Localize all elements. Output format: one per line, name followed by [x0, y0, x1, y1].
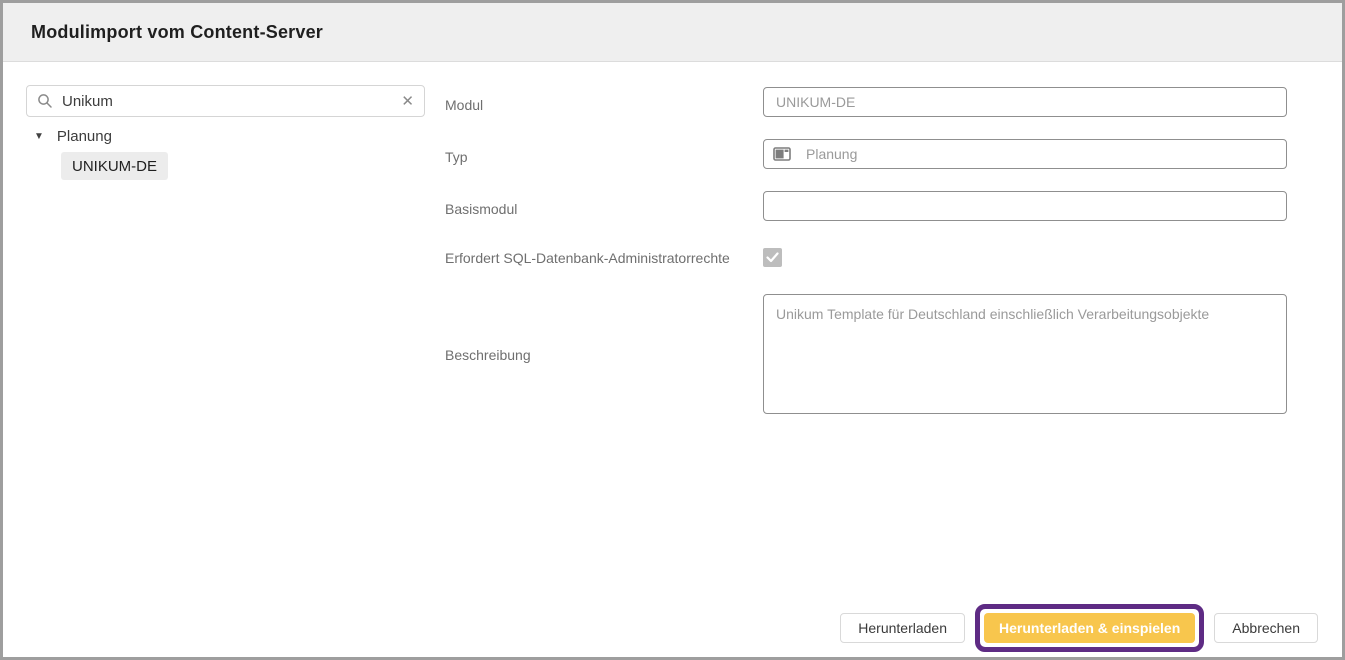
modul-label: Modul [445, 97, 483, 113]
modul-input[interactable] [763, 87, 1287, 117]
basismodul-input[interactable] [763, 191, 1287, 221]
dialog-header: Modulimport vom Content-Server [3, 3, 1342, 62]
typ-value: Planung [806, 146, 857, 162]
tree-item-unikum-de[interactable]: UNIKUM-DE [61, 152, 168, 180]
tree-group-planung[interactable]: ▼ Planung [34, 128, 112, 145]
page-title: Modulimport vom Content-Server [31, 22, 323, 43]
cancel-button[interactable]: Abbrechen [1214, 613, 1318, 643]
download-button[interactable]: Herunterladen [840, 613, 965, 643]
basismodul-label: Basismodul [445, 201, 517, 217]
search-icon [37, 93, 53, 109]
module-search-box[interactable]: ✕ [26, 85, 425, 117]
clear-search-icon[interactable]: ✕ [401, 94, 414, 109]
typ-input[interactable]: Planung [763, 139, 1287, 169]
module-type-icon [773, 147, 791, 161]
sql-admin-checkbox[interactable] [763, 248, 782, 267]
sql-admin-label: Erfordert SQL-Datenbank-Administratorrec… [445, 250, 730, 266]
modulimport-dialog: Modulimport vom Content-Server ✕ ▼ Planu… [0, 0, 1345, 660]
search-input[interactable] [62, 93, 401, 110]
highlight-annotation: Herunterladen & einspielen [975, 604, 1204, 652]
tree-group-label: Planung [57, 128, 112, 145]
beschreibung-textarea[interactable]: Unikum Template für Deutschland einschli… [763, 294, 1287, 414]
beschreibung-label: Beschreibung [445, 347, 531, 363]
download-and-install-button[interactable]: Herunterladen & einspielen [984, 613, 1195, 643]
chevron-down-icon[interactable]: ▼ [34, 132, 44, 142]
checkmark-icon [766, 252, 779, 263]
dialog-footer: Herunterladen Herunterladen & einspielen… [840, 604, 1318, 652]
typ-label: Typ [445, 149, 468, 165]
